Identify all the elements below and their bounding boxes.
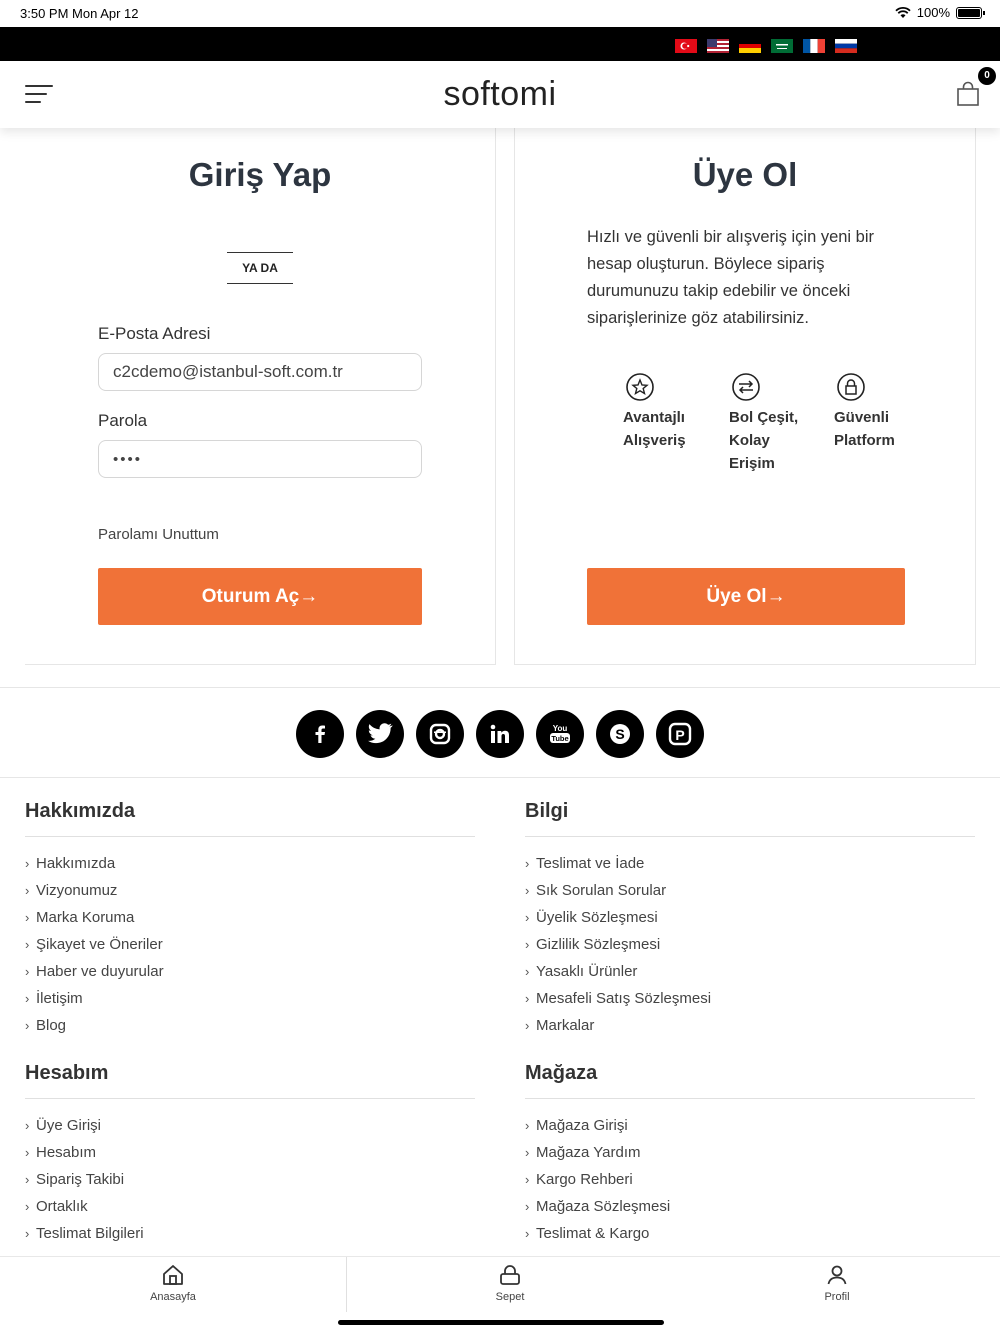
footer-link[interactable]: › Şikayet ve Öneriler xyxy=(25,936,475,963)
footer-link[interactable]: › Üye Girişi xyxy=(25,1117,475,1144)
footer-link[interactable]: › Ortaklık xyxy=(25,1198,475,1225)
footer-link[interactable]: › Haber ve duyurular xyxy=(25,963,475,990)
footer-link[interactable]: › Teslimat & Kargo xyxy=(525,1225,975,1252)
site-header: softomi 0 xyxy=(0,61,1000,128)
footer-link[interactable]: › Mağaza Girişi xyxy=(525,1117,975,1144)
status-time: 3:50 PM Mon Apr 12 xyxy=(20,6,139,21)
footer-link[interactable]: › Vizyonumuz xyxy=(25,882,475,909)
status-bar: 3:50 PM Mon Apr 12 100% xyxy=(0,0,1000,27)
turkish-flag-icon[interactable] xyxy=(675,39,697,53)
battery-percent: 100% xyxy=(916,5,950,20)
pinterest-icon[interactable]: P xyxy=(656,710,704,758)
site-logo[interactable]: softomi xyxy=(0,75,1000,114)
exchange-icon xyxy=(732,373,760,401)
tab-home[interactable]: Anasayfa xyxy=(103,1263,243,1303)
footer-link[interactable]: › Sık Sorulan Sorular xyxy=(525,882,975,909)
star-icon xyxy=(626,373,654,401)
footer-link[interactable]: › Hakkımızda xyxy=(25,855,475,882)
youtube-icon[interactable]: You Tube xyxy=(536,710,584,758)
feature-label: Güvenli Platform xyxy=(834,409,895,449)
feature-label: Bol Çeşit, Kolay Erişim xyxy=(729,409,799,472)
section-divider xyxy=(0,687,1000,688)
footer-link[interactable]: › Teslimat Bilgileri xyxy=(25,1225,475,1252)
footer-section-title: Bilgi xyxy=(525,800,569,822)
footer-account: Hesabım › Üye Girişi › Hesabım › Sipariş Ta… xyxy=(25,1062,475,1252)
register-description: Hızlı ve güvenli bir alışveriş için yeni… xyxy=(587,228,875,327)
tab-label: Profil xyxy=(824,1291,850,1303)
twitter-icon[interactable] xyxy=(356,710,404,758)
footer-link[interactable]: › Blog xyxy=(25,1017,475,1044)
password-label: Parola xyxy=(98,411,148,430)
feature-label: Avantajlı Alışveriş xyxy=(623,409,686,449)
login-title: Giriş Yap xyxy=(188,156,332,193)
user-icon xyxy=(827,1265,847,1285)
footer-store: Mağaza › Mağaza Girişi › Mağaza Yardım › Ka… xyxy=(525,1062,975,1252)
saudi-flag-icon[interactable] xyxy=(771,39,793,53)
french-flag-icon[interactable] xyxy=(803,39,825,53)
svg-text:P: P xyxy=(675,727,684,743)
footer-link[interactable]: › Mesafeli Satış Sözleşmesi xyxy=(525,990,975,1017)
svg-text:S: S xyxy=(615,726,624,742)
feature-security: Güvenli Platform xyxy=(834,372,914,452)
feature-advantage: Avantajlı Alışveriş xyxy=(623,372,703,452)
section-divider xyxy=(0,777,1000,778)
wifi-icon xyxy=(895,6,911,18)
password-field[interactable] xyxy=(98,440,422,478)
footer-section-title: Hakkımızda xyxy=(25,800,136,822)
tab-separator xyxy=(346,1257,347,1312)
feature-variety: Bol Çeşit, Kolay Erişim xyxy=(729,372,799,475)
instagram-icon[interactable] xyxy=(416,710,464,758)
register-panel: Üye Ol Hızlı ve güvenli bir alışveriş iç… xyxy=(514,128,976,665)
tab-label: Anasayfa xyxy=(150,1291,196,1303)
lock-icon xyxy=(837,373,865,401)
footer-link[interactable]: › Mağaza Yardım xyxy=(525,1144,975,1171)
social-links: You Tube S P xyxy=(0,710,1000,758)
facebook-icon[interactable] xyxy=(296,710,344,758)
cart-bag-icon xyxy=(500,1265,520,1285)
language-bar xyxy=(0,27,1000,61)
status-right: 100% xyxy=(895,5,985,20)
forgot-password-link[interactable]: Parolamı Unuttum xyxy=(98,526,219,543)
email-field[interactable] xyxy=(98,353,422,391)
register-button[interactable]: Üye Ol→ xyxy=(587,568,905,625)
or-divider: YA DA xyxy=(227,252,293,284)
us-flag-icon[interactable] xyxy=(707,39,729,53)
footer-link[interactable]: › Marka Koruma xyxy=(25,909,475,936)
footer-section-title: Mağaza xyxy=(525,1062,598,1084)
svg-text:You: You xyxy=(553,724,568,733)
tab-label: Sepet xyxy=(495,1291,525,1303)
footer-link[interactable]: › İletişim xyxy=(25,990,475,1017)
footer-link[interactable]: › Sipariş Takibi xyxy=(25,1171,475,1198)
linkedin-icon[interactable] xyxy=(476,710,524,758)
home-indicator xyxy=(338,1320,664,1325)
footer-info: Bilgi › Teslimat ve İade › Sık Sorulan Sor… xyxy=(525,800,975,1044)
footer-link[interactable]: › Teslimat ve İade xyxy=(525,855,975,882)
email-label: E-Posta Adresi xyxy=(98,324,211,343)
tab-cart[interactable]: Sepet xyxy=(440,1263,580,1303)
login-panel: Giriş Yap YA DA E-Posta Adresi Parola Pa… xyxy=(25,128,496,665)
skype-icon[interactable]: S xyxy=(596,710,644,758)
footer-link[interactable]: › Gizlilik Sözleşmesi xyxy=(525,936,975,963)
svg-text:Tube: Tube xyxy=(551,734,568,743)
german-flag-icon[interactable] xyxy=(739,39,761,53)
footer-section-title: Hesabım xyxy=(25,1062,109,1084)
shopping-bag-icon[interactable] xyxy=(955,81,981,107)
footer-link[interactable]: › Mağaza Sözleşmesi xyxy=(525,1198,975,1225)
home-icon xyxy=(163,1265,183,1285)
russian-flag-icon[interactable] xyxy=(835,39,857,53)
footer-about: Hakkımızda › Hakkımızda › Vizyonumuz › Mark… xyxy=(25,800,475,1044)
language-flags xyxy=(675,39,857,53)
footer-link[interactable]: › Kargo Rehberi xyxy=(525,1171,975,1198)
footer-link[interactable]: › Markalar xyxy=(525,1017,975,1044)
cart-count-badge: 0 xyxy=(978,67,996,85)
tab-profile[interactable]: Profil xyxy=(767,1263,907,1303)
footer-link[interactable]: › Üyelik Sözleşmesi xyxy=(525,909,975,936)
battery-icon xyxy=(956,6,985,19)
footer-link[interactable]: › Yasaklı Ürünler xyxy=(525,963,975,990)
register-title: Üye Ol xyxy=(692,156,798,193)
footer-link[interactable]: › Hesabım xyxy=(25,1144,475,1171)
login-button[interactable]: Oturum Aç→ xyxy=(98,568,422,625)
